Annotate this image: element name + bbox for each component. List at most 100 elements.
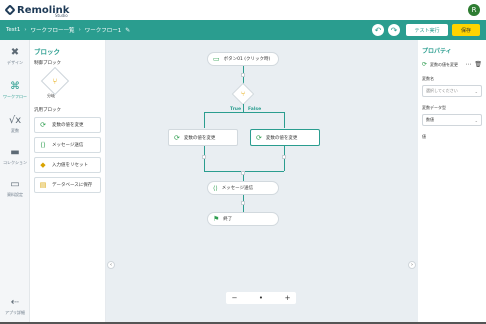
workflow-icon: ⌘: [10, 81, 20, 92]
block-list: ⟳ 変数の値を変更 ⟨⟩ メッセージ送信 ◆ 入力値をリセット ▤ データベース…: [34, 117, 101, 193]
end-label: 終了: [223, 217, 233, 222]
folder-icon: ▭: [10, 179, 20, 190]
general-section-title: 汎用ブロック: [34, 108, 61, 113]
zoom-controls: − • +: [226, 292, 296, 304]
message-icon: ⟨⟩: [40, 141, 46, 149]
nav-item-collection[interactable]: ▬ コレクション: [0, 148, 30, 166]
nav-item-workflow[interactable]: ⌘ ワークフロー: [0, 82, 30, 100]
variable-select[interactable]: 選択してください ⌄: [422, 85, 482, 97]
block-save-database[interactable]: ▤ データベースに保存: [34, 177, 101, 193]
top-bar: Remolink Studio R: [0, 0, 486, 20]
false-label: False: [248, 107, 262, 112]
workflow-canvas[interactable]: ‹ › ▭ ボタン01 (クリック時) ⑂ True False ⟳ 変数の値を…: [106, 40, 418, 324]
selected-block-row: ⟳ 変数の値を変更 ⋯ 🗑: [422, 61, 482, 68]
properties-title: プロパティ: [422, 48, 452, 55]
selected-block-name: 変数の値を変更: [430, 61, 459, 67]
flag-icon: ⚑: [213, 215, 220, 223]
condition-node[interactable]: ⑂: [231, 82, 255, 106]
insert-point[interactable]: [241, 171, 245, 175]
block-label: 入力値をリセット: [52, 163, 88, 168]
branch-false-label: 変数の値を変更: [265, 135, 298, 141]
variable-name-label: 変数名: [422, 76, 434, 81]
branch-icon: ⑂: [52, 76, 58, 86]
test-run-button[interactable]: テスト実行: [406, 24, 448, 36]
trigger-node[interactable]: ▭ ボタン01 (クリック時): [207, 52, 279, 66]
data-type-label: 変数データ型: [422, 105, 446, 110]
collection-icon: ▬: [10, 147, 20, 158]
nav-label-variable: 変数: [11, 128, 19, 133]
block-send-message[interactable]: ⟨⟩ メッセージ送信: [34, 137, 101, 153]
refresh-icon: ⟳: [40, 121, 46, 129]
message-label: メッセージ送信: [221, 186, 254, 191]
connector: [243, 104, 244, 112]
zoom-in-icon[interactable]: +: [283, 294, 292, 303]
breadcrumb: Test1 › ワークフロー一覧 › ワークフロー1 ✎: [6, 26, 130, 35]
logo-subtext: Studio: [55, 13, 68, 18]
zoom-reset-icon[interactable]: •: [257, 294, 266, 303]
back-arrow-icon: ⇠: [10, 297, 20, 308]
breadcrumb-workflow: ワークフロー1: [84, 28, 122, 34]
condition-block[interactable]: ⑂: [40, 66, 70, 96]
chevron-down-icon: ⌄: [474, 88, 478, 94]
insert-point[interactable]: [241, 201, 245, 205]
message-icon: ⟨⟩: [213, 184, 218, 192]
data-type-select[interactable]: 数値 ⌄: [422, 114, 482, 126]
block-label: メッセージ送信: [52, 143, 84, 148]
logo-icon: [4, 4, 16, 16]
avatar[interactable]: R: [468, 4, 480, 16]
design-icon: ✖: [10, 47, 20, 58]
block-reset-input[interactable]: ◆ 入力値をリセット: [34, 157, 101, 173]
block-change-variable[interactable]: ⟳ 変数の値を変更: [34, 117, 101, 133]
value-label: 値: [422, 134, 426, 139]
save-button[interactable]: 保存: [452, 24, 480, 36]
collapse-left-icon[interactable]: ‹: [107, 261, 115, 269]
chevron-down-icon: ⌄: [474, 117, 478, 123]
block-label: 変数の値を変更: [52, 123, 84, 128]
button-icon: ▭: [213, 55, 220, 63]
refresh-icon: ⟳: [256, 133, 262, 142]
zoom-out-icon[interactable]: −: [230, 294, 239, 303]
database-icon: ▤: [39, 181, 47, 189]
nav-item-folder[interactable]: ▭ 資料設定: [0, 180, 30, 198]
insert-point[interactable]: [202, 155, 206, 159]
end-node[interactable]: ⚑ 終了: [207, 212, 279, 226]
insert-point[interactable]: [241, 73, 245, 77]
nav-item-app-detail[interactable]: ⇠ アプリ詳細: [0, 298, 30, 316]
left-nav: ✖ デザイン ⌘ ワークフロー √x 変数 ▬ コレクション ▭ 資料設定 ⇠ …: [0, 40, 30, 324]
refresh-icon: ⟳: [422, 61, 428, 68]
variable-select-value: 選択してください: [426, 88, 458, 93]
nav-label-design: デザイン: [7, 60, 23, 65]
nav-label-app-detail: アプリ詳細: [5, 310, 25, 315]
undo-redo-group: ↶ ↷: [372, 24, 400, 36]
redo-icon[interactable]: ↷: [388, 24, 400, 36]
true-label: True: [230, 107, 242, 112]
breadcrumb-workflow-list[interactable]: ワークフロー一覧: [31, 26, 75, 34]
undo-icon[interactable]: ↶: [372, 24, 384, 36]
refresh-icon: ⟳: [174, 133, 180, 142]
nav-item-design[interactable]: ✖ デザイン: [0, 48, 30, 66]
branch-false-node[interactable]: ⟳ 変数の値を変更: [250, 129, 320, 146]
breadcrumb-separator: ›: [78, 27, 81, 33]
connector: [204, 112, 205, 128]
collapse-right-icon[interactable]: ›: [408, 261, 416, 269]
block-panel-title: ブロック: [34, 48, 60, 56]
breadcrumb-separator: ›: [24, 27, 27, 33]
message-node[interactable]: ⟨⟩ メッセージ送信: [207, 181, 279, 195]
nav-label-folder: 資料設定: [7, 192, 23, 197]
insert-point[interactable]: [282, 155, 286, 159]
branch-true-label: 変数の値を変更: [183, 135, 216, 141]
block-panel: ブロック 制御ブロック ⑂ 分岐 汎用ブロック ⟳ 変数の値を変更 ⟨⟩ メッセ…: [30, 40, 106, 324]
nav-item-variable[interactable]: √x 変数: [0, 116, 30, 134]
control-section-title: 制御ブロック: [34, 61, 61, 66]
trash-icon[interactable]: 🗑: [474, 61, 482, 68]
connector: [284, 112, 285, 128]
more-icon[interactable]: ⋯: [465, 61, 471, 68]
workflow-toolbar: Test1 › ワークフロー一覧 › ワークフロー1 ✎ ↶ ↷ テスト実行 保…: [0, 20, 486, 40]
connector: [204, 112, 284, 113]
variable-icon: √x: [8, 115, 22, 126]
breadcrumb-project[interactable]: Test1: [6, 27, 20, 33]
edit-pencil-icon[interactable]: ✎: [125, 27, 130, 34]
branch-true-node[interactable]: ⟳ 変数の値を変更: [168, 129, 238, 146]
nav-label-collection: コレクション: [3, 160, 27, 165]
data-type-value: 数値: [426, 117, 434, 122]
